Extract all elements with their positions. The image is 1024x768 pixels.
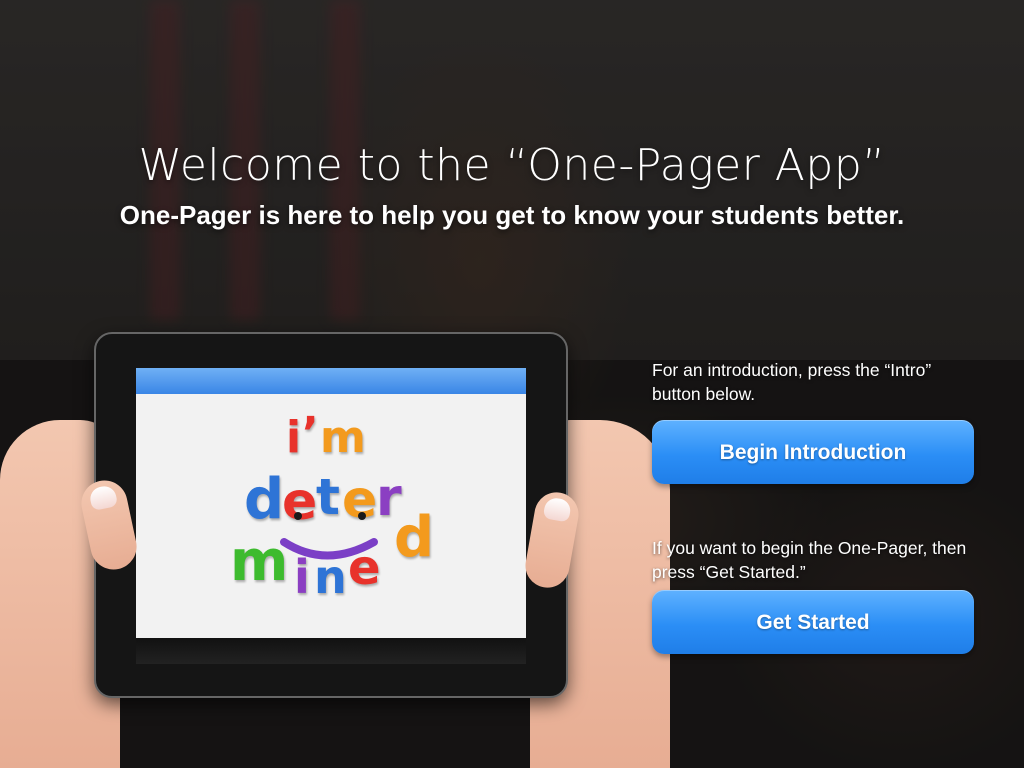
logo-eye <box>294 512 302 520</box>
logo-eye <box>358 512 366 520</box>
begin-introduction-button[interactable]: Begin Introduction <box>652 420 974 484</box>
get-started-button[interactable]: Get Started <box>652 590 974 654</box>
intro-instructions: For an introduction, press the “Intro” b… <box>652 360 932 404</box>
tablet-image: i ’ m d e t e r m i n e d <box>94 332 568 698</box>
page-title: Welcome to the “One-Pager App” <box>138 140 886 191</box>
thumb-nail <box>88 484 119 512</box>
tablet-screen: i ’ m d e t e r m i n e d <box>136 368 526 664</box>
determined-logo: i ’ m d e t e r m i n e d <box>136 394 526 638</box>
logo-face <box>280 512 378 560</box>
header: Welcome to the “One-Pager App” One-Pager… <box>0 138 1024 231</box>
intro-section: For an introduction, press the “Intro” b… <box>652 358 974 484</box>
thumb-nail <box>542 496 573 523</box>
page-subtitle: One-Pager is here to help you get to kno… <box>119 200 905 230</box>
start-instructions: If you want to begin the One-Pager, then… <box>652 538 967 582</box>
screen-bottom-bar <box>136 638 526 664</box>
start-section: If you want to begin the One-Pager, then… <box>652 536 974 654</box>
screen-top-bar <box>136 368 526 394</box>
logo-smile <box>280 538 378 560</box>
